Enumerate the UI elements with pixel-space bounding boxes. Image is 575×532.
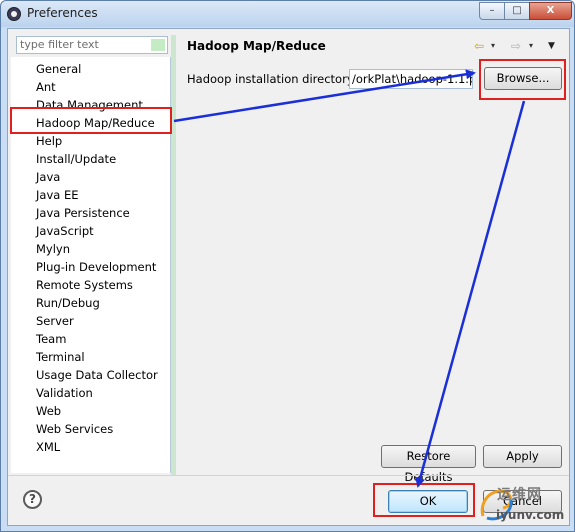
watermark-url: iyunv.com [496, 508, 565, 522]
arrow-browse-to-ok [415, 100, 526, 488]
site-watermark: 运维网 iyunv.com [477, 484, 573, 530]
arrow-nav-to-input [173, 69, 476, 123]
watermark-text: 运维网 [497, 487, 542, 503]
annotation-arrows [173, 69, 526, 488]
